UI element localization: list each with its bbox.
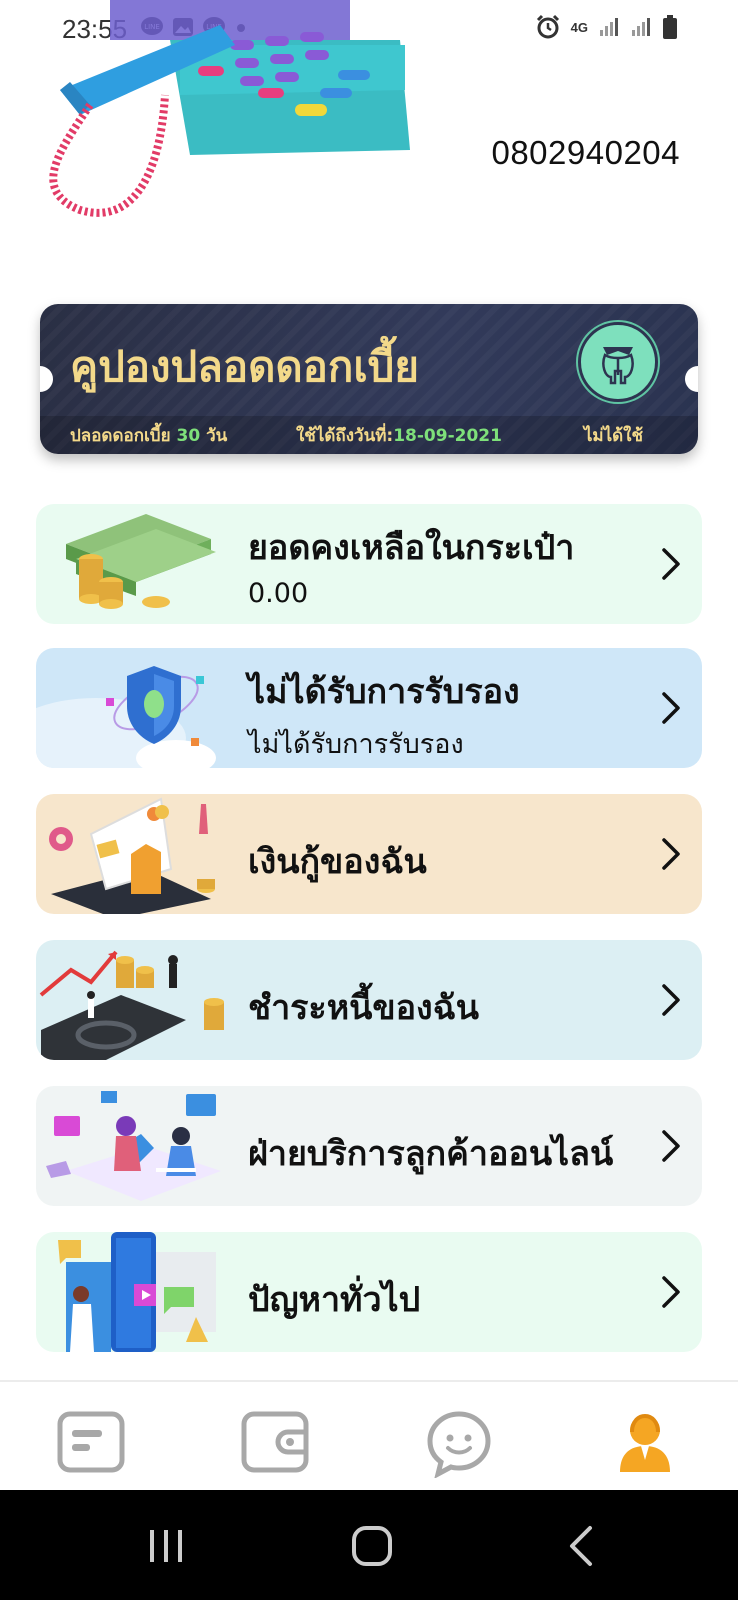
- recent-apps-icon[interactable]: [146, 1526, 186, 1566]
- general-faq-card[interactable]: ปัญหาทั่วไป: [36, 1232, 702, 1352]
- system-navigation-bar: [0, 1490, 738, 1600]
- battery-icon: [663, 15, 677, 39]
- coupon-validity: ใช้ได้ถึงวันที่:18-09-2021: [296, 425, 502, 446]
- shield-check-icon: [36, 666, 216, 768]
- home-icon[interactable]: [350, 1524, 394, 1568]
- card-title: ฝ่ายบริการลูกค้าออนไลน์: [248, 1134, 614, 1174]
- customer-service-icon: [46, 1091, 221, 1201]
- coupon-notch: [40, 366, 53, 392]
- signal-icon: [632, 18, 650, 36]
- coupon-notch: [685, 366, 698, 392]
- list-icon[interactable]: [56, 1408, 126, 1478]
- wallet-icon[interactable]: [240, 1408, 310, 1478]
- chevron-right-icon: [662, 548, 680, 580]
- signal-icon: [600, 18, 618, 36]
- chevron-right-icon: [662, 692, 680, 724]
- card-title: ไม่ได้รับการรับรอง: [248, 672, 520, 712]
- faq-phone-icon: [58, 1232, 216, 1352]
- wallet-balance-value: 0.00: [248, 578, 309, 609]
- online-customer-service-card[interactable]: ฝ่ายบริการลูกค้าออนไลน์: [36, 1086, 702, 1206]
- alarm-icon: [536, 14, 559, 39]
- back-icon[interactable]: [566, 1524, 596, 1568]
- bottom-navigation: [0, 1380, 738, 1492]
- card-title: ปัญหาทั่วไป: [248, 1280, 421, 1320]
- growth-chart-icon: [39, 950, 224, 1060]
- card-title: เงินกู้ของฉัน: [248, 842, 427, 882]
- user-icon[interactable]: [610, 1408, 680, 1478]
- coupon-status: ไม่ได้ใช้: [583, 425, 643, 446]
- chevron-right-icon: [662, 838, 680, 870]
- chevron-right-icon: [662, 984, 680, 1016]
- repay-debt-card[interactable]: ชำระหนี้ของฉัน: [36, 940, 702, 1060]
- system-status-icons: 4G: [535, 14, 678, 40]
- network-type: 4G: [570, 19, 588, 35]
- credit-card-coins-icon: [49, 797, 215, 914]
- card-title: ยอดคงเหลือในกระเป๋า: [248, 528, 575, 568]
- money-stack-icon: [66, 514, 216, 609]
- interest-free-coupon[interactable]: คูปองปลอดดอกเบี้ย ปลอดดอกเบี้ย 30 วัน ใช…: [40, 304, 698, 454]
- wallet-balance-card[interactable]: ยอดคงเหลือในกระเป๋า 0.00: [36, 504, 702, 624]
- chevron-right-icon: [662, 1276, 680, 1308]
- verification-status-card[interactable]: ไม่ได้รับการรับรอง ไม่ได้รับการรับรอง: [36, 648, 702, 768]
- chevron-right-icon: [662, 1130, 680, 1162]
- elephant-logo-icon: [578, 322, 658, 402]
- telephone-illustration: [49, 0, 410, 217]
- chat-icon[interactable]: [424, 1408, 494, 1478]
- my-loans-card[interactable]: เงินกู้ของฉัน: [36, 794, 702, 914]
- verification-status-text: ไม่ได้รับการรับรอง: [248, 729, 464, 760]
- coupon-footer: ปลอดดอกเบี้ย 30 วัน ใช้ได้ถึงวันที่:18-0…: [40, 416, 698, 454]
- interest-free-period: ปลอดดอกเบี้ย 30 วัน: [70, 425, 228, 446]
- phone-number: 0802940204: [491, 134, 680, 171]
- card-title: ชำระหนี้ของฉัน: [248, 988, 480, 1028]
- coupon-title: คูปองปลอดดอกเบี้ย: [70, 342, 419, 391]
